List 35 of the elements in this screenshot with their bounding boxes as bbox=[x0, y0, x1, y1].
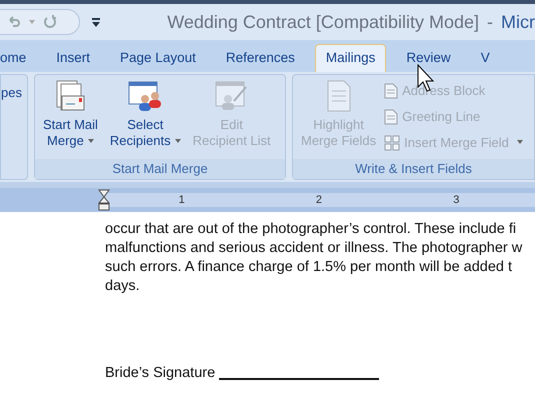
ribbon-tab[interactable]: References bbox=[216, 44, 305, 72]
ribbon-tab[interactable]: Page Layout bbox=[110, 44, 206, 72]
ribbon-tab[interactable]: Insert bbox=[46, 44, 100, 72]
redo-icon[interactable] bbox=[43, 15, 57, 29]
undo-icon[interactable] bbox=[7, 15, 21, 29]
ribbon-tab[interactable]: Review bbox=[396, 44, 461, 72]
ruler-number: 2 bbox=[316, 192, 322, 208]
customize-toolbar-icon[interactable] bbox=[92, 18, 100, 26]
caret-icon[interactable] bbox=[29, 20, 35, 24]
document-icon bbox=[384, 109, 398, 125]
group-label: Write & Insert Fields bbox=[293, 159, 534, 179]
paragraph-line: occur that are out of the photographer’s control. These include fi bbox=[105, 220, 518, 239]
indent-marker-icon[interactable] bbox=[98, 189, 110, 211]
ribbon-button[interactable]: Select Recipients bbox=[106, 75, 185, 159]
ribbon-tab[interactable]: V bbox=[470, 44, 500, 72]
ribbon-tab[interactable]: Mailings bbox=[314, 44, 386, 72]
ribbon-button[interactable]: Start Mail Merge bbox=[39, 75, 102, 159]
ruler-number: 3 bbox=[453, 192, 460, 208]
app-name: Micr bbox=[501, 10, 535, 34]
caret-icon bbox=[88, 138, 94, 143]
ribbon-tab[interactable]: ome bbox=[0, 44, 36, 72]
paragraph-line: days. bbox=[105, 277, 141, 296]
group-button-label[interactable]: pes bbox=[1, 83, 22, 179]
grid-icon bbox=[384, 135, 400, 151]
ruler-number: 1 bbox=[178, 192, 185, 208]
title-separator: - bbox=[487, 10, 493, 34]
signature-label: Bride’s Signature bbox=[105, 364, 216, 383]
caret-icon bbox=[516, 140, 523, 144]
window-title: Wedding Contract [Compatibility Mode] bbox=[167, 10, 479, 34]
group-label: Start Mail Merge bbox=[35, 159, 285, 179]
caret-icon bbox=[174, 138, 181, 143]
paragraph-line: such errors. A finance charge of 1.5% per month will be added t bbox=[105, 258, 514, 277]
document-icon bbox=[384, 83, 398, 99]
paragraph-line: malfunctions and serious accident or illness. The photographer w bbox=[105, 239, 524, 258]
calendar-people-icon bbox=[127, 79, 164, 113]
